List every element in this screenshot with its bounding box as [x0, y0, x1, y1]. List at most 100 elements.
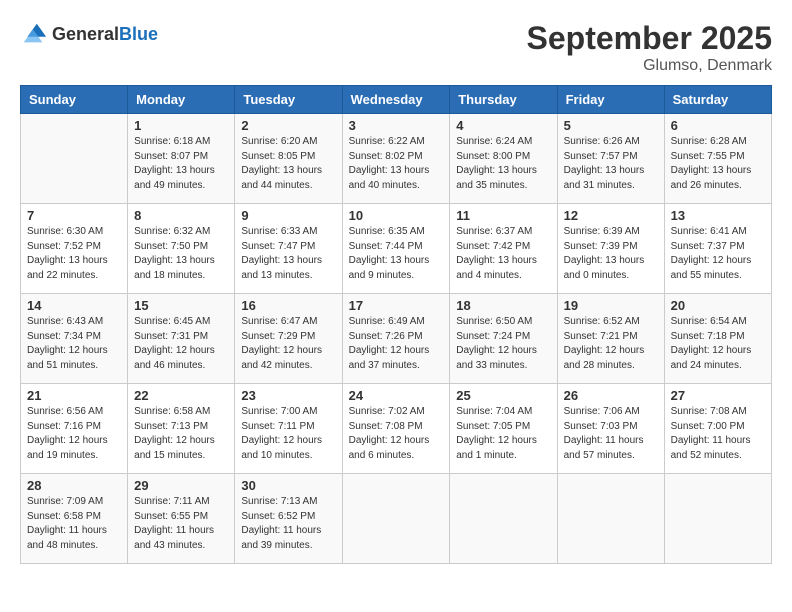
calendar-cell: 11 Sunrise: 6:37 AMSunset: 7:42 PMDayligh…	[450, 204, 557, 294]
logo-general: General	[52, 24, 119, 44]
day-number: 14	[27, 298, 121, 313]
logo-blue: Blue	[119, 24, 158, 44]
day-number: 3	[349, 118, 444, 133]
day-number: 30	[241, 478, 335, 493]
calendar-cell: 27 Sunrise: 7:08 AMSunset: 7:00 PMDayligh…	[664, 384, 771, 474]
day-number: 25	[456, 388, 550, 403]
day-info: Sunrise: 6:50 AMSunset: 7:24 PMDaylight:…	[456, 315, 550, 373]
day-info: Sunrise: 6:54 AMSunset: 7:18 PMDaylight:…	[671, 315, 765, 373]
day-number: 29	[134, 478, 228, 493]
day-info: Sunrise: 6:56 AMSunset: 7:16 PMDaylight:…	[27, 405, 121, 463]
calendar-cell	[450, 474, 557, 564]
calendar-cell: 26Sunrise: 7:06 AMSunset: 7:03 PMDayligh…	[557, 384, 664, 474]
day-info: Sunrise: 7:04 AMSunset: 7:05 PMDaylight:…	[456, 405, 550, 463]
week-row-4: 21 Sunrise: 6:56 AMSunset: 7:16 PMDayligh…	[21, 384, 772, 474]
day-number: 12	[564, 208, 658, 223]
day-info: Sunrise: 6:37 AMSunset: 7:42 PMDaylight:…	[456, 225, 550, 283]
day-number: 15	[134, 298, 228, 313]
calendar-cell: 16Sunrise: 6:47 AMSunset: 7:29 PMDayligh…	[235, 294, 342, 384]
day-info: Sunrise: 7:00 AMSunset: 7:11 PMDaylight:…	[241, 405, 335, 463]
day-info: Sunrise: 6:33 AMSunset: 7:47 PMDaylight:…	[241, 225, 335, 283]
week-row-2: 7Sunrise: 6:30 AMSunset: 7:52 PMDaylight…	[21, 204, 772, 294]
calendar-cell: 29Sunrise: 7:11 AMSunset: 6:55 PMDayligh…	[128, 474, 235, 564]
title-area: September 2025 Glumso, Denmark	[527, 20, 772, 75]
calendar-cell: 7Sunrise: 6:30 AMSunset: 7:52 PMDaylight…	[21, 204, 128, 294]
day-info: Sunrise: 6:47 AMSunset: 7:29 PMDaylight:…	[241, 315, 335, 373]
day-number: 5	[564, 118, 658, 133]
day-number: 21	[27, 388, 121, 403]
col-header-monday: Monday	[128, 86, 235, 114]
calendar-cell: 9 Sunrise: 6:33 AMSunset: 7:47 PMDaylight…	[235, 204, 342, 294]
day-number: 11	[456, 208, 550, 223]
day-info: Sunrise: 6:18 AMSunset: 8:07 PMDaylight:…	[134, 135, 228, 193]
day-info: Sunrise: 6:49 AMSunset: 7:26 PMDaylight:…	[349, 315, 444, 373]
day-number: 4	[456, 118, 550, 133]
day-number: 22	[134, 388, 228, 403]
day-info: Sunrise: 6:39 AMSunset: 7:39 PMDaylight:…	[564, 225, 658, 283]
calendar-cell: 17 Sunrise: 6:49 AMSunset: 7:26 PMDayligh…	[342, 294, 450, 384]
calendar-cell: 19 Sunrise: 6:52 AMSunset: 7:21 PMDayligh…	[557, 294, 664, 384]
day-info: Sunrise: 6:43 AMSunset: 7:34 PMDaylight:…	[27, 315, 121, 373]
calendar-cell: 28Sunrise: 7:09 AMSunset: 6:58 PMDayligh…	[21, 474, 128, 564]
calendar-cell: 3 Sunrise: 6:22 AMSunset: 8:02 PMDaylight…	[342, 114, 450, 204]
calendar-cell: 14 Sunrise: 6:43 AMSunset: 7:34 PMDayligh…	[21, 294, 128, 384]
day-number: 9	[241, 208, 335, 223]
calendar-cell: 15 Sunrise: 6:45 AMSunset: 7:31 PMDayligh…	[128, 294, 235, 384]
day-info: Sunrise: 7:02 AMSunset: 7:08 PMDaylight:…	[349, 405, 444, 463]
day-info: Sunrise: 7:08 AMSunset: 7:00 PMDaylight:…	[671, 405, 765, 463]
day-number: 23	[241, 388, 335, 403]
day-number: 1	[134, 118, 228, 133]
day-info: Sunrise: 6:28 AMSunset: 7:55 PMDaylight:…	[671, 135, 765, 193]
col-header-sunday: Sunday	[21, 86, 128, 114]
calendar-header-row: SundayMondayTuesdayWednesdayThursdayFrid…	[21, 86, 772, 114]
logo-icon	[20, 20, 48, 48]
day-info: Sunrise: 6:35 AMSunset: 7:44 PMDaylight:…	[349, 225, 444, 283]
calendar-cell: 18 Sunrise: 6:50 AMSunset: 7:24 PMDayligh…	[450, 294, 557, 384]
day-info: Sunrise: 6:41 AMSunset: 7:37 PMDaylight:…	[671, 225, 765, 283]
calendar-cell: 20 Sunrise: 6:54 AMSunset: 7:18 PMDayligh…	[664, 294, 771, 384]
day-info: Sunrise: 6:22 AMSunset: 8:02 PMDaylight:…	[349, 135, 444, 193]
day-number: 19	[564, 298, 658, 313]
col-header-thursday: Thursday	[450, 86, 557, 114]
calendar-cell	[342, 474, 450, 564]
calendar-cell: 12 Sunrise: 6:39 AMSunset: 7:39 PMDayligh…	[557, 204, 664, 294]
calendar-cell	[21, 114, 128, 204]
calendar-cell	[664, 474, 771, 564]
calendar-cell: 24 Sunrise: 7:02 AMSunset: 7:08 PMDayligh…	[342, 384, 450, 474]
day-info: Sunrise: 6:45 AMSunset: 7:31 PMDaylight:…	[134, 315, 228, 373]
calendar-table: SundayMondayTuesdayWednesdayThursdayFrid…	[20, 85, 772, 564]
day-info: Sunrise: 6:52 AMSunset: 7:21 PMDaylight:…	[564, 315, 658, 373]
day-number: 13	[671, 208, 765, 223]
day-number: 24	[349, 388, 444, 403]
col-header-tuesday: Tuesday	[235, 86, 342, 114]
calendar-cell: 10 Sunrise: 6:35 AMSunset: 7:44 PMDayligh…	[342, 204, 450, 294]
day-number: 17	[349, 298, 444, 313]
month-title: September 2025	[527, 20, 772, 57]
week-row-5: 28Sunrise: 7:09 AMSunset: 6:58 PMDayligh…	[21, 474, 772, 564]
calendar-cell: 5 Sunrise: 6:26 AMSunset: 7:57 PMDaylight…	[557, 114, 664, 204]
day-number: 28	[27, 478, 121, 493]
day-number: 26	[564, 388, 658, 403]
week-row-1: 1 Sunrise: 6:18 AMSunset: 8:07 PMDaylight…	[21, 114, 772, 204]
day-info: Sunrise: 6:58 AMSunset: 7:13 PMDaylight:…	[134, 405, 228, 463]
day-number: 20	[671, 298, 765, 313]
day-number: 18	[456, 298, 550, 313]
day-number: 27	[671, 388, 765, 403]
day-info: Sunrise: 6:20 AMSunset: 8:05 PMDaylight:…	[241, 135, 335, 193]
calendar-cell: 4Sunrise: 6:24 AMSunset: 8:00 PMDaylight…	[450, 114, 557, 204]
calendar-cell: 1 Sunrise: 6:18 AMSunset: 8:07 PMDaylight…	[128, 114, 235, 204]
day-info: Sunrise: 6:30 AMSunset: 7:52 PMDaylight:…	[27, 225, 121, 283]
day-info: Sunrise: 7:13 AMSunset: 6:52 PMDaylight:…	[241, 495, 335, 553]
calendar-cell	[557, 474, 664, 564]
day-number: 8	[134, 208, 228, 223]
day-number: 10	[349, 208, 444, 223]
calendar-cell: 30 Sunrise: 7:13 AMSunset: 6:52 PMDayligh…	[235, 474, 342, 564]
col-header-friday: Friday	[557, 86, 664, 114]
calendar-cell: 2Sunrise: 6:20 AMSunset: 8:05 PMDaylight…	[235, 114, 342, 204]
calendar-cell: 23 Sunrise: 7:00 AMSunset: 7:11 PMDayligh…	[235, 384, 342, 474]
col-header-wednesday: Wednesday	[342, 86, 450, 114]
page-header: GeneralBlue September 2025 Glumso, Denma…	[20, 20, 772, 75]
col-header-saturday: Saturday	[664, 86, 771, 114]
day-info: Sunrise: 6:26 AMSunset: 7:57 PMDaylight:…	[564, 135, 658, 193]
day-number: 6	[671, 118, 765, 133]
